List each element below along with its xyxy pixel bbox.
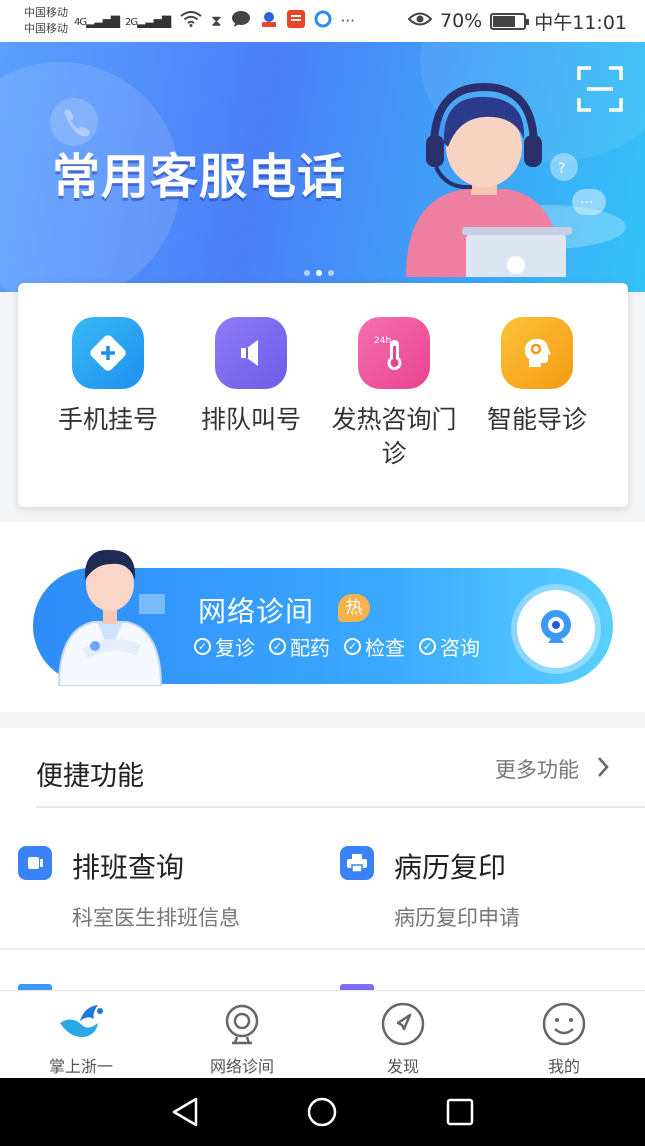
consult-tag: ✓ 复诊: [194, 632, 255, 661]
tab-me[interactable]: 我的: [504, 1001, 624, 1077]
tab-label: 发现: [386, 1057, 419, 1076]
chat-icon: [231, 10, 251, 32]
tab-home[interactable]: 掌上浙一: [21, 1001, 141, 1077]
carousel-indicator: [304, 270, 334, 276]
features-title: 便捷功能: [36, 761, 144, 792]
carousel-dot: [328, 270, 334, 276]
bottom-tab-bar: 掌上浙一 网络诊间 发现 我的: [0, 990, 645, 1078]
consult-tags: ✓ 复诊 ✓ 配药 ✓ 检查 ✓ 咨询: [194, 632, 480, 661]
check-icon: ✓: [344, 638, 361, 655]
wifi-icon: [180, 11, 202, 31]
more-features-link[interactable]: 更多功能: [495, 754, 609, 784]
quick-action-label: 智能导诊: [486, 405, 587, 434]
chevron-right-icon: [597, 756, 609, 783]
consult-tag: ✓ 配药: [269, 632, 330, 661]
carrier-2: 中国移动: [24, 22, 68, 35]
head-brain-icon: [501, 317, 573, 389]
check-icon: ✓: [269, 638, 286, 655]
printer-icon: [340, 846, 374, 880]
carrier-info: 中国移动 中国移动: [24, 5, 68, 37]
more-notifications-icon: ···: [340, 12, 355, 30]
feature-description: 科室医生排班信息: [72, 906, 240, 930]
eye-comfort-icon: [407, 10, 433, 32]
webcam-icon: [219, 1001, 265, 1047]
schedule-icon: [18, 846, 52, 880]
quick-action-label: 排队叫号: [200, 405, 301, 434]
tab-discover[interactable]: 发现: [343, 1001, 463, 1077]
home-logo-icon: [58, 1001, 104, 1047]
doctor-illustration: [55, 534, 165, 687]
consult-tag: ✓ 咨询: [419, 632, 480, 661]
carousel-dot-active: [316, 270, 322, 276]
carrier-1: 中国移动: [24, 6, 68, 19]
signal-2: 2G▂▃▅▇: [125, 14, 171, 28]
divider: [0, 948, 645, 950]
battery-icon: [490, 12, 530, 30]
news-app-icon: [286, 10, 305, 32]
feature-title: 排班查询: [72, 851, 185, 884]
recent-apps-icon[interactable]: [446, 1098, 474, 1130]
signal-1: 4G▂▃▅▇: [74, 14, 120, 28]
quick-action-register[interactable]: 手机挂号: [33, 317, 183, 437]
status-bar: 中国移动 中国移动 4G▂▃▅▇ 2G▂▃▅▇ ⧗ ··· 70% 中午11:0…: [0, 0, 645, 42]
svg-text:···: ···: [580, 195, 593, 211]
speaker-icon: [215, 317, 287, 389]
quick-action-fever-clinic[interactable]: 24h 发热咨询门诊: [319, 317, 469, 471]
smiley-icon: [541, 1001, 587, 1047]
quick-actions-card: 手机挂号 排队叫号 24h 发热咨询门诊 智能导诊: [18, 283, 628, 507]
carousel-dot: [304, 270, 310, 276]
consult-title: 网络诊间: [198, 595, 315, 628]
quick-action-queue[interactable]: 排队叫号: [176, 317, 326, 437]
scan-icon[interactable]: [577, 66, 623, 112]
convenient-features: 便捷功能 更多功能 排班查询 科室医生排班信息 病历复印 病历复印申请: [0, 728, 645, 990]
browser-icon: [314, 10, 332, 32]
quick-action-label: 手机挂号: [57, 405, 158, 434]
hourglass-icon: ⧗: [211, 12, 222, 30]
tab-label: 我的: [547, 1057, 580, 1076]
back-icon[interactable]: [170, 1096, 200, 1132]
hot-badge: 热: [338, 594, 370, 622]
tab-label: 网络诊间: [209, 1057, 274, 1076]
svg-text:24h: 24h: [374, 336, 391, 346]
hospital-card-icon: [72, 317, 144, 389]
feature-title: 病历复印: [394, 851, 507, 884]
check-icon: ✓: [194, 638, 211, 655]
video-consult-button[interactable]: [517, 590, 595, 668]
quick-action-smart-guide[interactable]: 智能导诊: [462, 317, 612, 437]
quick-action-label: 发热咨询门诊: [331, 405, 457, 468]
consult-tag: ✓ 检查: [344, 632, 405, 661]
banner-title: 常用客服电话: [52, 149, 347, 205]
banner-carousel[interactable]: 常用客服电话 ? ···: [0, 42, 645, 292]
system-nav-bar: [0, 1078, 645, 1146]
svg-text:?: ?: [558, 161, 565, 177]
thermometer-icon: 24h: [358, 317, 430, 389]
app-notification-icon: [260, 10, 278, 32]
compass-icon: [380, 1001, 426, 1047]
check-icon: ✓: [419, 638, 436, 655]
tab-label: 掌上浙一: [48, 1057, 113, 1076]
tab-online-consult[interactable]: 网络诊间: [182, 1001, 302, 1077]
feature-description: 病历复印申请: [394, 906, 520, 930]
more-features-label: 更多功能: [495, 758, 579, 782]
webcam-icon: [536, 607, 576, 655]
divider: [36, 806, 645, 808]
clock: 中午11:01: [534, 11, 627, 34]
home-circle-icon[interactable]: [307, 1097, 337, 1131]
battery-percent: 70%: [440, 10, 483, 32]
